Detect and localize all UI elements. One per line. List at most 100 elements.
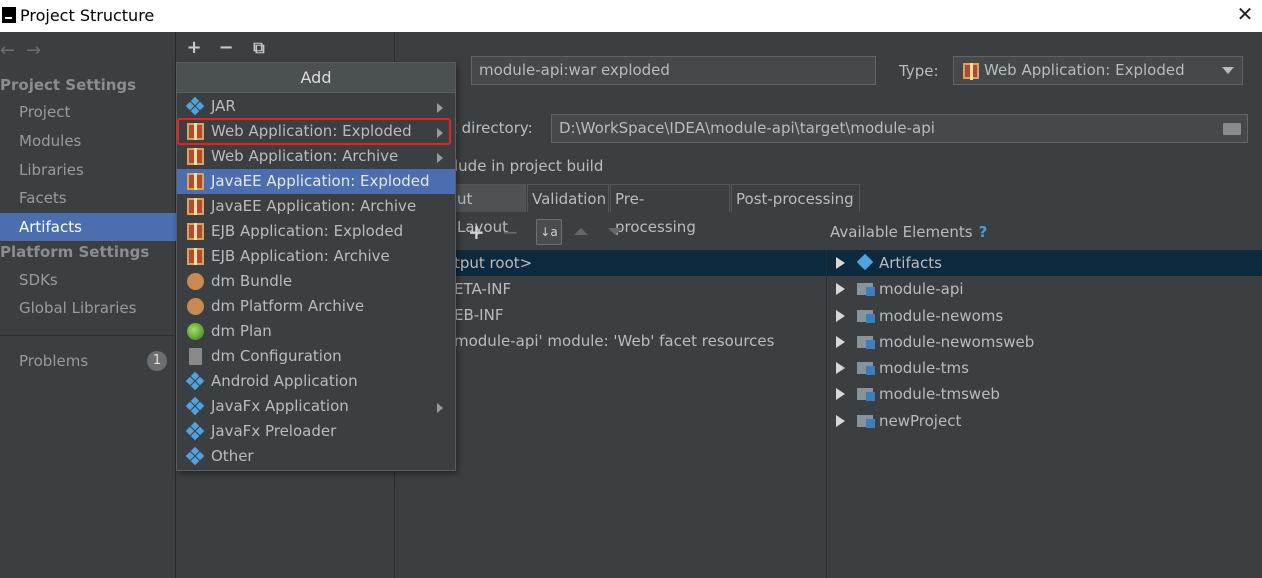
tab-output-layout[interactable]: ut Layout <box>452 184 526 236</box>
output-directory-value: D:\WorkSpace\IDEA\module-api\target\modu… <box>559 119 935 137</box>
available-item-label: newProject <box>879 412 962 430</box>
remove-element-icon[interactable]: − <box>502 220 519 244</box>
menu-item-dm-configuration[interactable]: dm Configuration <box>177 344 455 369</box>
web-app-gift-icon <box>963 63 979 80</box>
available-item-module-tms[interactable]: module-tms <box>836 355 969 381</box>
document-icon <box>189 348 202 365</box>
tab-pre-processing[interactable]: Pre-processing <box>610 184 730 236</box>
menu-item-label: Android Application <box>211 372 358 390</box>
gift-icon <box>187 198 204 215</box>
tab-post-processing[interactable]: Post-processing <box>731 184 860 212</box>
tree-node-meta-inf[interactable]: ETA-INF <box>454 276 511 302</box>
menu-item-label: JavaFx Preloader <box>211 422 337 440</box>
title-bar: Project Structure ✕ <box>0 0 1262 32</box>
sort-icon[interactable]: ↓a <box>536 219 562 245</box>
gift-icon <box>187 248 204 265</box>
window-title: Project Structure <box>20 6 155 25</box>
sidebar-item-modules[interactable]: Modules <box>0 127 176 155</box>
remove-artifact-button[interactable]: − <box>215 38 237 58</box>
menu-item-label: EJB Application: Exploded <box>211 222 404 240</box>
available-elements-title: Available Elements <box>830 223 973 241</box>
tab-validation[interactable]: Validation <box>527 184 609 212</box>
move-up-icon[interactable] <box>574 228 588 235</box>
bundle-icon <box>187 298 204 315</box>
menu-item-android-application[interactable]: Android Application <box>177 369 455 394</box>
available-item-module-newoms[interactable]: module-newoms <box>836 303 1003 329</box>
sidebar-item-global-libraries[interactable]: Global Libraries <box>0 294 176 322</box>
menu-item-ejb-archive[interactable]: EJB Application: Archive <box>177 244 455 269</box>
menu-item-dm-plan[interactable]: dm Plan <box>177 319 455 344</box>
layout-toolbar: + − ↓a <box>396 218 1262 248</box>
available-item-label: Artifacts <box>879 254 942 272</box>
annotation-highlight-box <box>177 118 451 145</box>
artifact-details-panel: module-api:war exploded Type: Web Applic… <box>396 32 1262 578</box>
menu-item-javaee-archive[interactable]: JavaEE Application: Archive <box>177 194 455 219</box>
module-icon <box>857 413 875 428</box>
forward-arrow-icon[interactable]: → <box>26 40 52 61</box>
available-item-module-newomsweb[interactable]: module-newomsweb <box>836 329 1034 355</box>
sidebar-item-libraries[interactable]: Libraries <box>0 156 176 184</box>
sidebar-item-artifacts[interactable]: Artifacts <box>0 213 176 241</box>
expand-arrow-icon[interactable] <box>836 387 845 400</box>
artifact-name-input[interactable]: module-api:war exploded <box>471 56 876 85</box>
bundle-icon <box>187 273 204 290</box>
module-icon <box>857 360 875 375</box>
expand-arrow-icon[interactable] <box>836 256 845 269</box>
available-elements-header: Available Elements? <box>830 223 987 241</box>
expand-arrow-icon[interactable] <box>836 361 845 374</box>
add-artifact-button[interactable]: + <box>183 38 205 58</box>
menu-item-dm-platform-archive[interactable]: dm Platform Archive <box>177 294 455 319</box>
available-item-label: module-newomsweb <box>879 333 1035 351</box>
menu-item-label: dm Bundle <box>211 272 293 290</box>
type-select-value: Web Application: Exploded <box>984 61 1185 79</box>
expand-arrow-icon[interactable] <box>836 309 845 322</box>
menu-item-label: JAR <box>211 97 236 115</box>
gift-icon <box>187 223 204 240</box>
include-in-build-label[interactable]: lude in project build <box>454 157 603 175</box>
folder-browse-icon[interactable] <box>1223 123 1241 135</box>
expand-arrow-icon[interactable] <box>836 282 845 295</box>
type-select[interactable]: Web Application: Exploded <box>953 56 1243 85</box>
menu-item-label: Other <box>211 447 254 465</box>
diamond-icon <box>185 396 205 416</box>
sidebar-item-sdks[interactable]: SDKs <box>0 266 176 294</box>
menu-item-javafx-application[interactable]: JavaFx Application <box>177 394 455 419</box>
menu-item-dm-bundle[interactable]: dm Bundle <box>177 269 455 294</box>
menu-item-jar[interactable]: JAR <box>177 94 455 119</box>
menu-item-other[interactable]: Other <box>177 444 455 469</box>
output-directory-input[interactable]: D:\WorkSpace\IDEA\module-api\target\modu… <box>551 114 1248 143</box>
available-item-newproject[interactable]: newProject <box>836 408 961 434</box>
copy-artifact-button[interactable]: ⧉ <box>248 38 270 58</box>
move-down-icon[interactable] <box>608 228 622 235</box>
panel-splitter[interactable] <box>826 250 827 578</box>
menu-item-label: dm Plan <box>211 322 272 340</box>
help-icon[interactable]: ? <box>979 223 988 241</box>
tree-node-output-root[interactable]: tput root> <box>454 250 532 276</box>
module-icon <box>857 386 875 401</box>
gift-icon <box>187 148 204 165</box>
menu-item-javaee-exploded[interactable]: JavaEE Application: Exploded <box>177 169 455 194</box>
tree-node-facet-resources[interactable]: module-api' module: 'Web' facet resource… <box>454 328 774 354</box>
close-icon[interactable]: ✕ <box>1234 3 1256 25</box>
diamond-icon <box>185 96 205 116</box>
problems-count-badge: 1 <box>147 351 167 371</box>
available-item-artifacts[interactable]: Artifacts <box>836 250 942 276</box>
available-item-module-tmsweb[interactable]: module-tmsweb <box>836 381 1000 407</box>
available-item-label: module-newoms <box>879 307 1004 325</box>
menu-item-javafx-preloader[interactable]: JavaFx Preloader <box>177 419 455 444</box>
tree-node-web-inf[interactable]: EB-INF <box>454 302 503 328</box>
menu-item-label: dm Configuration <box>211 347 342 365</box>
output-directory-label: t directory: <box>451 119 533 137</box>
module-icon <box>857 334 875 349</box>
submenu-arrow-icon <box>437 403 443 413</box>
available-item-module-api[interactable]: module-api <box>836 276 964 302</box>
menu-item-web-app-archive[interactable]: Web Application: Archive <box>177 144 455 169</box>
expand-arrow-icon[interactable] <box>836 335 845 348</box>
back-arrow-icon[interactable]: ← <box>0 40 26 61</box>
sidebar-item-facets[interactable]: Facets <box>0 184 176 212</box>
sidebar-item-project[interactable]: Project <box>0 98 176 126</box>
menu-item-ejb-exploded[interactable]: EJB Application: Exploded <box>177 219 455 244</box>
type-label: Type: <box>899 62 939 80</box>
add-element-icon[interactable]: + <box>468 220 485 244</box>
expand-arrow-icon[interactable] <box>836 414 845 427</box>
